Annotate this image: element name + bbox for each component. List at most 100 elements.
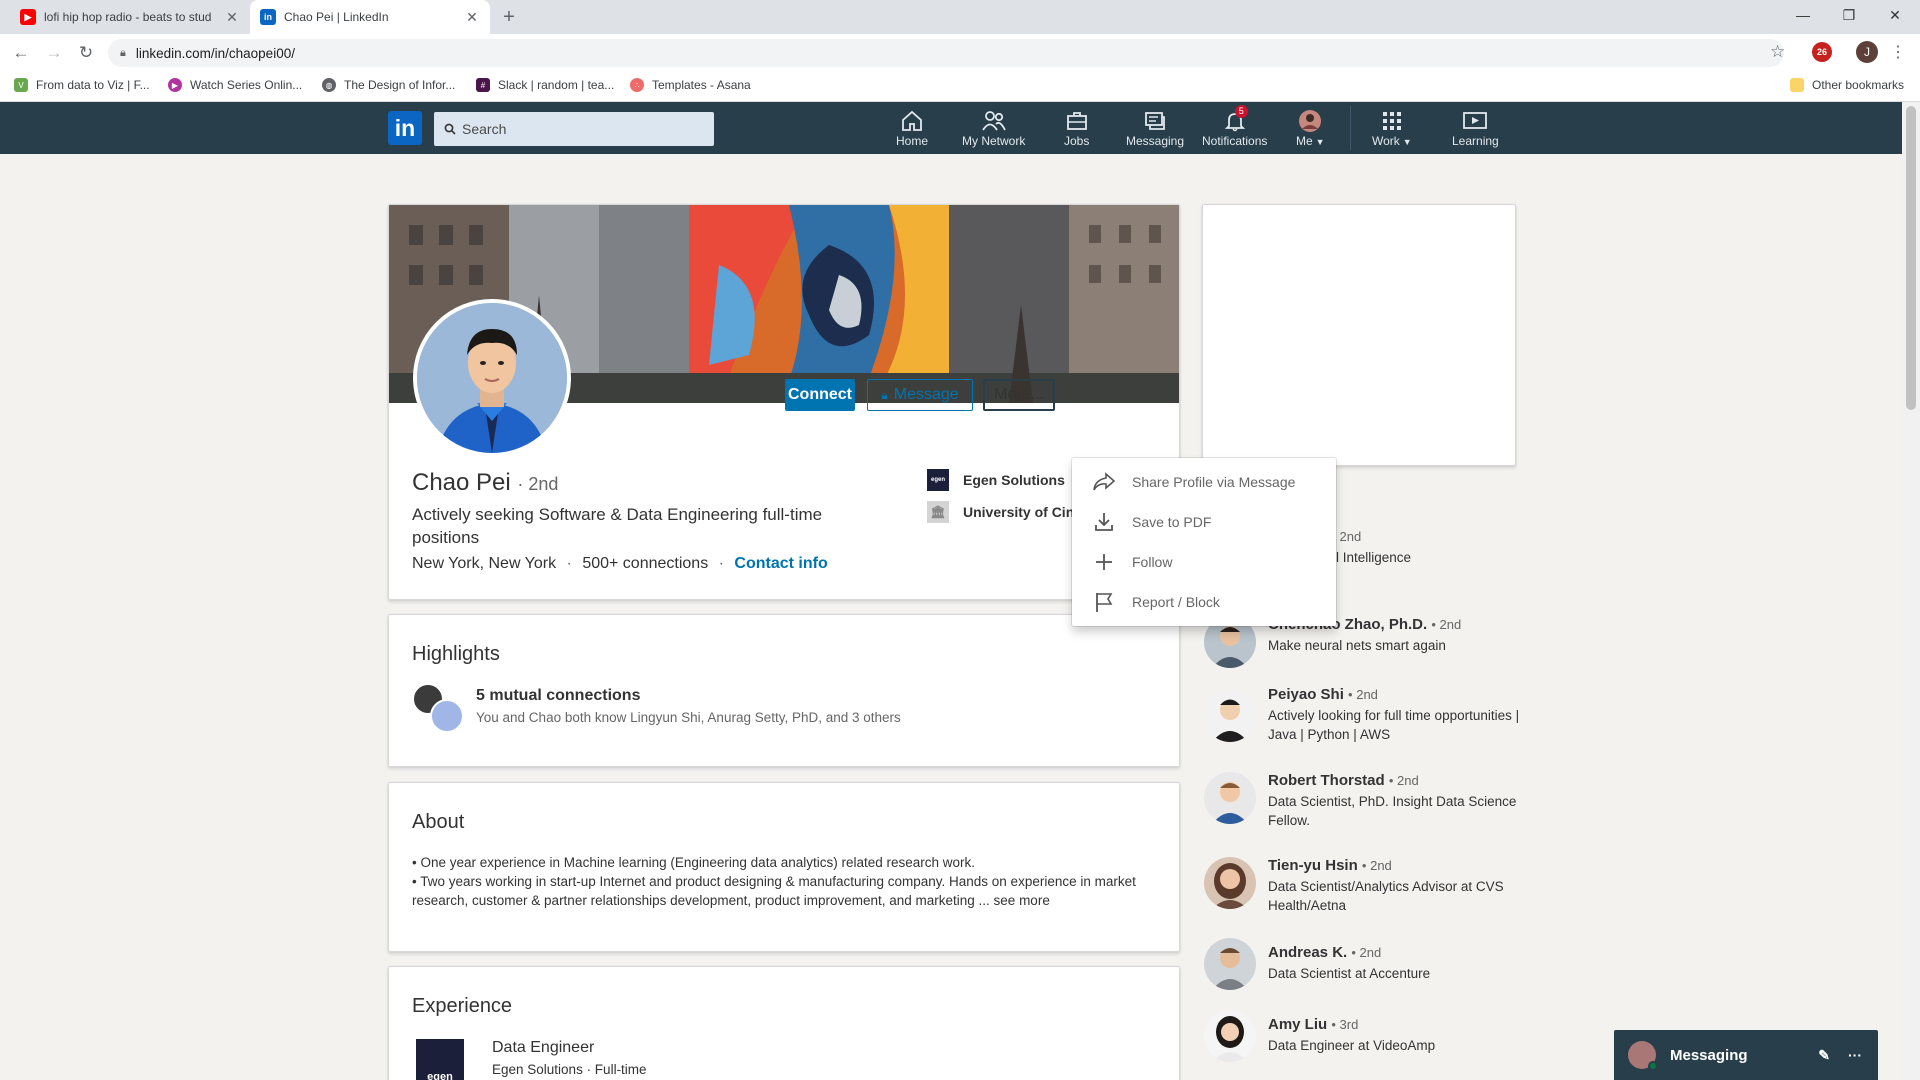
- person-name-text: Andreas K.: [1268, 944, 1348, 961]
- contact-info-link[interactable]: Contact info: [734, 555, 827, 572]
- youtube-icon: ▶: [20, 9, 36, 25]
- page-scrollbar[interactable]: [1902, 102, 1920, 1080]
- search-icon: [444, 123, 456, 135]
- menu-item-report-block[interactable]: Report / Block: [1072, 582, 1336, 622]
- close-tab-icon[interactable]: ✕: [464, 9, 480, 26]
- messaging-overlay-bar[interactable]: Messaging ✎ ···: [1614, 1030, 1878, 1080]
- new-tab-button[interactable]: +: [498, 6, 520, 29]
- person-name-text: Robert Thorstad: [1268, 772, 1385, 789]
- nav-messaging[interactable]: Messaging: [1126, 110, 1184, 154]
- more-options-icon[interactable]: ···: [1848, 1047, 1862, 1063]
- search-input[interactable]: [462, 121, 692, 137]
- browser-toolbar: ← → ↻ 🔒︎ linkedin.com/in/chaopei00/ ☆ 26…: [0, 34, 1920, 70]
- other-bookmarks[interactable]: Other bookmarks: [1790, 78, 1904, 92]
- about-card: About • One year experience in Machine l…: [388, 782, 1180, 952]
- search-box[interactable]: [434, 112, 714, 146]
- bookmark-label: From data to Viz | F...: [36, 78, 150, 92]
- see-more-link[interactable]: ... see more: [979, 893, 1050, 908]
- forward-icon[interactable]: →: [43, 42, 65, 64]
- about-text: • One year experience in Machine learnin…: [412, 853, 1157, 910]
- separator: ·: [718, 555, 724, 572]
- learning-icon: [1462, 110, 1488, 132]
- bookmark-item[interactable]: V From data to Viz | F...: [14, 78, 150, 92]
- bookmark-item[interactable]: # Slack | random | tea...: [476, 78, 614, 92]
- person-headline: Data Scientist, PhD. Insight Data Scienc…: [1268, 794, 1517, 828]
- egen-logo: egen: [927, 469, 949, 491]
- browser-menu-icon[interactable]: ⋮: [1890, 42, 1906, 62]
- window-close-icon[interactable]: ✕: [1872, 0, 1918, 30]
- person-headline: Data Scientist at Accenture: [1268, 966, 1431, 981]
- egen-logo[interactable]: egen: [416, 1039, 464, 1080]
- experience-title: Experience: [412, 995, 513, 1017]
- bookmark-star-icon[interactable]: ☆: [1770, 42, 1785, 62]
- profile-location: New York, New York: [412, 555, 557, 572]
- person-info: Tien-yu Hsin • 2nd Data Scientist/Analyt…: [1268, 857, 1528, 915]
- org-egen-solutions[interactable]: egen Egen Solutions: [927, 469, 1082, 491]
- bookmark-item[interactable]: ◍ The Design of Infor...: [322, 78, 455, 92]
- person-name: Robert Thorstad • 2nd: [1268, 772, 1528, 789]
- nav-learning[interactable]: Learning: [1452, 110, 1499, 154]
- profile-photo[interactable]: [413, 299, 571, 457]
- connection-degree: · 2nd: [517, 474, 559, 494]
- menu-item-share-profile[interactable]: Share Profile via Message: [1072, 462, 1336, 502]
- url-text: linkedin.com/in/chaopei00/: [135, 45, 295, 61]
- nav-notifications[interactable]: 5 Notifications: [1202, 105, 1267, 154]
- bookmark-label: Watch Series Onlin...: [190, 78, 303, 92]
- browser-tab-youtube[interactable]: ▶ lofi hip hop radio - beats to stud ✕: [10, 0, 250, 34]
- nav-home[interactable]: Home: [896, 110, 928, 154]
- profile-name: Chao Pei: [412, 469, 511, 496]
- close-tab-icon[interactable]: ✕: [224, 9, 240, 26]
- mutual-avatars: [412, 683, 468, 739]
- job-title[interactable]: Data Engineer: [492, 1039, 594, 1057]
- back-icon[interactable]: ←: [10, 42, 32, 64]
- mutual-connections-title[interactable]: 5 mutual connections: [476, 687, 640, 705]
- linkedin-logo[interactable]: in: [388, 111, 422, 145]
- minimize-icon[interactable]: —: [1780, 0, 1826, 30]
- avatar: [1204, 690, 1256, 742]
- more-button[interactable]: More...: [983, 379, 1055, 411]
- browser-tab-linkedin[interactable]: in Chao Pei | LinkedIn ✕: [250, 0, 490, 34]
- menu-item-label: Save to PDF: [1132, 514, 1212, 530]
- scrollbar-thumb[interactable]: [1906, 106, 1916, 410]
- person-name-text: Tien-yu Hsin: [1268, 857, 1358, 874]
- home-icon: [900, 110, 924, 132]
- avatar: [1204, 857, 1256, 909]
- nav-me[interactable]: Me ▼: [1296, 110, 1325, 154]
- org-university[interactable]: 🏛︎ University of Cinc: [927, 501, 1082, 523]
- folder-icon: [1790, 78, 1804, 92]
- tab-title: Chao Pei | LinkedIn: [284, 10, 389, 24]
- about-line: • One year experience in Machine learnin…: [412, 855, 976, 870]
- browser-profile-avatar[interactable]: J: [1856, 41, 1878, 63]
- menu-item-follow[interactable]: Follow: [1072, 542, 1336, 582]
- nav-work[interactable]: Work ▼: [1372, 110, 1412, 154]
- bookmark-item[interactable]: ▶ Watch Series Onlin...: [168, 78, 302, 92]
- menu-item-save-pdf[interactable]: Save to PDF: [1072, 502, 1336, 542]
- lock-icon: 🔒︎: [120, 46, 126, 59]
- bookmark-item[interactable]: ∴ Templates - Asana: [630, 78, 751, 92]
- compose-icon[interactable]: ✎: [1818, 1047, 1830, 1064]
- nav-jobs[interactable]: Jobs: [1064, 110, 1089, 154]
- person-headline: Data Scientist/Analytics Advisor at CVS …: [1268, 879, 1504, 913]
- slack-icon: #: [476, 78, 490, 92]
- reload-icon[interactable]: ↻: [75, 42, 97, 64]
- address-bar[interactable]: 🔒︎ linkedin.com/in/chaopei00/: [108, 39, 1784, 67]
- bell-icon: 5: [1223, 105, 1248, 132]
- download-icon: [1092, 510, 1116, 534]
- linkedin-icon: in: [260, 9, 276, 25]
- person-info: Robert Thorstad • 2nd Data Scientist, Ph…: [1268, 772, 1528, 830]
- extension-icon[interactable]: 26: [1812, 42, 1832, 62]
- bookmark-label: The Design of Infor...: [344, 78, 456, 92]
- profile-connections[interactable]: 500+ connections: [582, 555, 708, 572]
- person-info: Peiyao Shi • 2nd Actively looking for fu…: [1268, 686, 1528, 744]
- restore-icon[interactable]: ❐: [1826, 0, 1872, 30]
- person-info: Andreas K. • 2nd Data Scientist at Accen…: [1268, 944, 1528, 983]
- person-headline: Data Engineer at VideoAmp: [1268, 1038, 1436, 1053]
- avatar: [1204, 1010, 1256, 1062]
- message-button[interactable]: 🔒︎ Message: [867, 379, 973, 411]
- menu-item-label: Share Profile via Message: [1132, 474, 1296, 490]
- nav-my-network[interactable]: My Network: [962, 110, 1025, 154]
- connect-button[interactable]: Connect: [785, 379, 855, 411]
- share-icon: [1092, 470, 1116, 494]
- lock-icon: 🔒︎: [881, 387, 888, 402]
- play-icon: ▶: [168, 78, 182, 92]
